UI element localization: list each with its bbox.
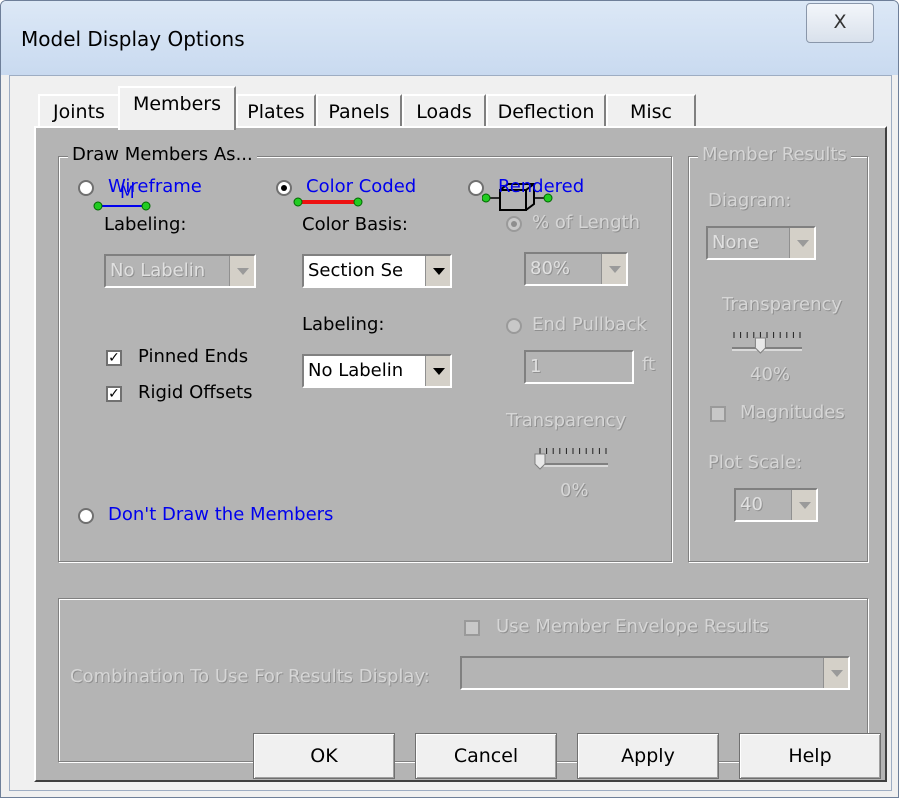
help-button[interactable]: Help [739, 733, 881, 779]
pct-length-select: 80% [524, 252, 628, 286]
labeling-select-value: No Labelin [110, 260, 206, 281]
pct-length-radio [506, 216, 522, 232]
labeling-label: Labeling: [104, 214, 187, 235]
cancel-button[interactable]: Cancel [415, 733, 557, 779]
dialog-title: Model Display Options [21, 27, 245, 51]
plot-scale-label: Plot Scale: [708, 452, 803, 473]
results-transparency-label: Transparency [722, 294, 843, 315]
diagram-value: None [712, 232, 759, 253]
tab-deflection[interactable]: Deflection [486, 94, 606, 126]
rendered-radio[interactable] [468, 180, 484, 196]
pinned-ends-label[interactable]: Pinned Ends [138, 346, 248, 367]
chevron-down-icon[interactable] [425, 356, 450, 386]
plot-scale-select: 40 [734, 488, 818, 522]
tab-members[interactable]: Members [118, 86, 236, 130]
end-pullback-unit: ft [642, 354, 656, 375]
chevron-down-icon [791, 490, 816, 520]
draw-members-legend: Draw Members As... [68, 144, 257, 165]
color-coded-radio[interactable] [276, 180, 292, 196]
wireframe-label[interactable]: Wireframe [108, 176, 202, 197]
combination-label: Combination To Use For Results Display: [70, 666, 430, 687]
slider-thumb [754, 337, 766, 354]
close-button[interactable]: X [806, 3, 874, 43]
color-basis-value: Section Se [308, 260, 404, 281]
transparency-value: 0% [560, 480, 589, 501]
ok-button[interactable]: OK [253, 733, 395, 779]
chevron-down-icon[interactable] [425, 256, 450, 286]
rendered-label[interactable]: Rendered [498, 176, 584, 197]
transparency-slider [534, 448, 608, 470]
pct-length-value: 80% [530, 258, 571, 279]
end-pullback-radio [506, 318, 522, 334]
pct-length-label: % of Length [532, 212, 640, 233]
slider-thumb [534, 453, 546, 470]
model-display-options-dialog: Model Display Options X Joints Members P… [0, 0, 899, 798]
members-tab-panel: Draw Members As... M Wireframe Color Cod… [34, 126, 887, 782]
chevron-down-icon [601, 254, 626, 284]
dialog-body: Joints Members Plates Panels Loads Defle… [9, 75, 892, 791]
dont-draw-label[interactable]: Don't Draw the Members [108, 504, 333, 525]
pinned-ends-checkbox[interactable]: ✓ [106, 350, 122, 366]
color-coded-label[interactable]: Color Coded [306, 176, 416, 197]
cc-labeling-select[interactable]: No Labelin [302, 354, 452, 388]
use-envelope-checkbox [464, 620, 480, 636]
end-pullback-label: End Pullback [532, 314, 647, 335]
chevron-down-icon [229, 256, 254, 286]
transparency-label: Transparency [506, 410, 627, 431]
rigid-offsets-label[interactable]: Rigid Offsets [138, 382, 253, 403]
tab-joints[interactable]: Joints [38, 94, 120, 126]
results-transparency-value: 40% [750, 364, 791, 385]
wireframe-radio[interactable] [78, 180, 94, 196]
magnitudes-label: Magnitudes [740, 402, 845, 423]
combination-select [460, 656, 850, 690]
end-pullback-input: 1 [524, 350, 634, 384]
tab-loads[interactable]: Loads [402, 94, 486, 126]
member-results-legend: Member Results [698, 144, 851, 165]
chevron-down-icon [789, 228, 814, 258]
cc-labeling-label: Labeling: [302, 314, 385, 335]
color-basis-select[interactable]: Section Se [302, 254, 452, 288]
use-envelope-label: Use Member Envelope Results [496, 616, 769, 637]
tab-panels[interactable]: Panels [316, 94, 402, 126]
title-bar[interactable]: Model Display Options X [1, 1, 898, 75]
labeling-select: No Labelin [104, 254, 256, 288]
results-transparency-slider [732, 332, 802, 354]
tab-plates[interactable]: Plates [236, 94, 316, 126]
cc-labeling-value: No Labelin [308, 360, 404, 381]
chevron-down-icon [823, 658, 848, 688]
diagram-label: Diagram: [708, 190, 792, 211]
color-basis-label: Color Basis: [302, 214, 408, 235]
plot-scale-value: 40 [740, 494, 763, 515]
dont-draw-radio[interactable] [78, 508, 94, 524]
magnitudes-checkbox [710, 406, 726, 422]
rigid-offsets-checkbox[interactable]: ✓ [106, 386, 122, 402]
tab-misc[interactable]: Misc [606, 94, 696, 126]
diagram-select: None [706, 226, 816, 260]
apply-button[interactable]: Apply [577, 733, 719, 779]
